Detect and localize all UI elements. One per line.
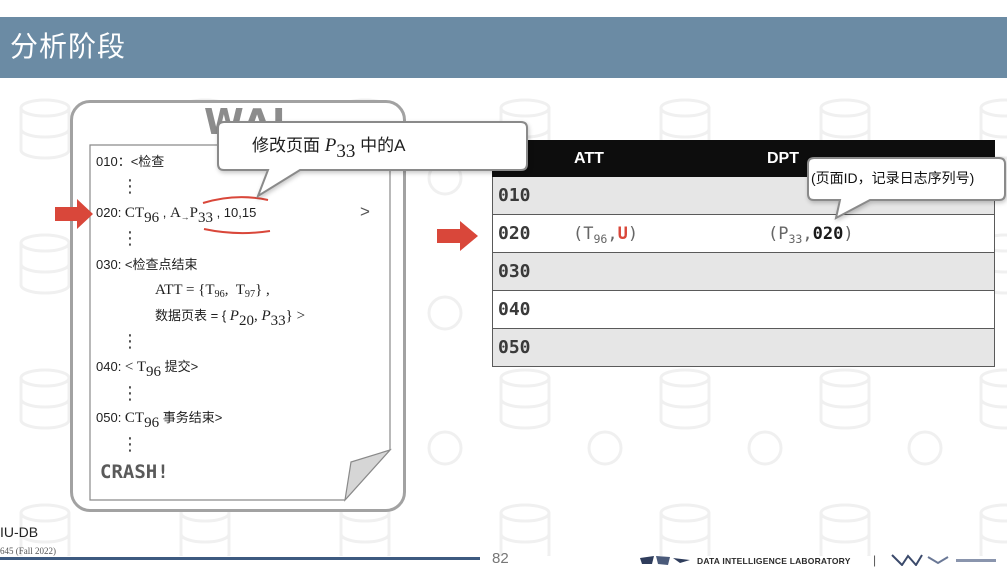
course-term: 645 (Fall 2022) <box>0 546 56 556</box>
crash-label: CRASH! <box>100 461 169 483</box>
callout-text: 修改页面 <box>252 136 325 155</box>
record-desc: 提交> <box>161 359 199 374</box>
checkpoint-att: ATT = {T96, T97} , <box>155 282 270 301</box>
att-text: (T <box>573 224 594 244</box>
dpt-text: , <box>802 224 813 244</box>
record-type: CT <box>124 410 145 426</box>
header-att: ATT <box>574 150 604 167</box>
wal-line-010: 010：<检查 <box>96 154 165 169</box>
wal-line-050: 050: CT96 事务结束> <box>96 410 223 431</box>
slide-title: 分析阶段 <box>10 31 127 62</box>
dpt-text: (P <box>768 224 789 244</box>
page-id: 33 <box>788 231 803 246</box>
university-logo-icon <box>891 554 996 566</box>
lab-logo-icon <box>640 556 690 565</box>
rec-lsn: 020 <box>812 224 844 244</box>
row-lsn: 040 <box>498 299 531 320</box>
txn-id: 96 <box>146 364 162 381</box>
vertical-ellipsis: ⋮ <box>121 176 139 197</box>
txn-id: 96 <box>144 415 160 432</box>
separator-text: , <box>159 205 170 220</box>
vertical-ellipsis: ⋮ <box>121 228 139 249</box>
lab-name: DATA INTELLIGENCE LABORATORY <box>697 556 851 566</box>
page-letter: P <box>261 308 271 324</box>
page-number: 82 <box>492 550 509 567</box>
page-id: 33 <box>270 313 286 330</box>
page-id: 33 <box>197 210 213 227</box>
vertical-ellipsis: ⋮ <box>121 434 139 455</box>
wal-line-040: 040: < T96 提交> <box>96 359 199 380</box>
txn-id: 97 <box>244 289 256 301</box>
dpt-label: 数据页表 = { <box>155 308 230 323</box>
page-letter: P <box>229 308 239 324</box>
txn-status: U <box>617 224 628 244</box>
lsn-prefix: 020: <box>96 205 125 220</box>
header-dpt: DPT <box>767 150 799 167</box>
vertical-ellipsis: ⋮ <box>121 383 139 404</box>
txn-id: 96 <box>593 231 608 246</box>
table-row: 040 <box>492 291 995 329</box>
arrow-subscript: → <box>180 212 190 222</box>
att-text: } , <box>255 282 270 298</box>
table-row: 050 <box>492 329 995 367</box>
txn-id: 96 <box>144 210 160 227</box>
row-lsn: 030 <box>498 261 531 282</box>
row-lsn: 020 <box>498 223 531 244</box>
page-id: 20 <box>238 313 254 330</box>
footer-divider <box>0 557 480 560</box>
page-letter: P <box>324 135 337 156</box>
lsn-prefix: 040: <box>96 359 125 374</box>
table-row: 030 <box>492 253 995 291</box>
vertical-ellipsis: ⋮ <box>121 331 139 352</box>
txn-letter: < T <box>124 359 147 375</box>
record-type: CT <box>124 205 145 221</box>
record-desc: 事务结束> <box>159 410 223 425</box>
chevron-right-icon: > <box>360 202 370 221</box>
page-id: 33 <box>336 141 356 163</box>
callout-log-bubble <box>217 121 528 199</box>
att-text: ATT = {T <box>155 282 215 298</box>
footer-separator: | <box>873 553 877 567</box>
att-text: , <box>607 224 618 244</box>
row-lsn: 050 <box>498 337 531 358</box>
callout-log-text: 修改页面 P33 中的A <box>252 134 406 161</box>
txn-id: 96 <box>214 289 225 301</box>
old-new-values: , 10,15 <box>212 205 257 220</box>
att-text: ) <box>627 224 639 244</box>
title-bar: 分析阶段 <box>0 17 1007 78</box>
wal-line-030: 030: <检查点结束 <box>96 257 198 272</box>
lsn-prefix: 050: <box>96 410 125 425</box>
callout-dpt-text: (页面ID，记录日志序列号) <box>811 170 975 186</box>
checkpoint-dpt: 数据页表 = { P20, P33} > <box>155 308 306 329</box>
attribute-name: A <box>169 205 181 221</box>
dpt-text: } > <box>285 308 306 324</box>
callout-text: 中的A <box>355 136 406 155</box>
att-text: , T <box>224 282 245 298</box>
att-entry: (T96,U) <box>573 215 638 253</box>
page-letter: P <box>189 205 198 221</box>
wal-line-020: 020: CT96 , A→P33 , 10,15 <box>96 205 257 226</box>
dpt-text: ) <box>843 224 854 244</box>
callout-dpt-bubble <box>807 157 1006 220</box>
course-name: IU-DB <box>0 524 39 540</box>
